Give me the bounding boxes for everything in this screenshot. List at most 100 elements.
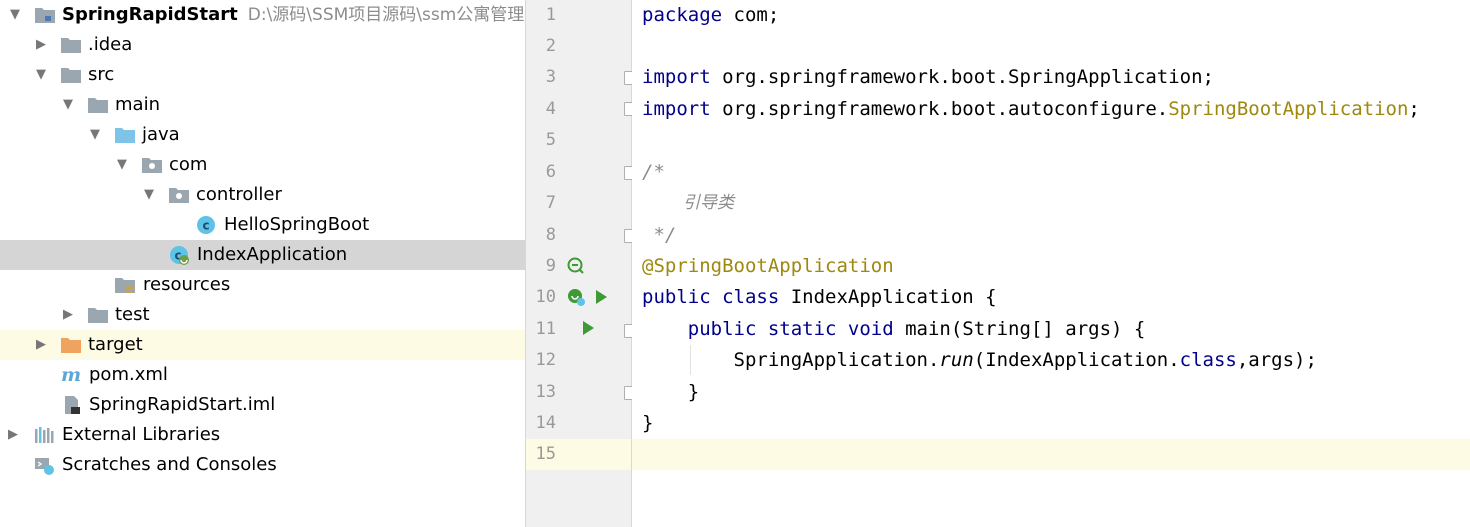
tree-item-label: main	[115, 94, 160, 115]
code-line: public class IndexApplication {	[642, 282, 997, 313]
line-number: 8	[545, 225, 556, 245]
current-line-highlight	[632, 439, 1470, 470]
tree-item-java[interactable]: ▼ java	[0, 120, 525, 150]
tree-item-label: External Libraries	[62, 424, 221, 445]
code-line: }	[642, 381, 700, 403]
tree-item-src[interactable]: ▼ src	[0, 60, 525, 90]
indent-guide	[690, 345, 691, 375]
code-line: package com;	[642, 0, 779, 31]
folder-icon	[88, 308, 108, 323]
tree-item-label: pom.xml	[89, 364, 168, 385]
libraries-icon	[35, 427, 54, 443]
file-icon	[65, 396, 80, 414]
source-folder-icon	[115, 128, 135, 143]
class-icon: c	[197, 216, 215, 234]
tree-item-com[interactable]: ▼ com	[0, 150, 525, 180]
maven-icon: m	[61, 365, 81, 385]
scratches-icon	[35, 458, 54, 475]
resources-folder-icon	[115, 278, 135, 293]
tree-item-indexapplication[interactable]: c IndexApplication	[0, 240, 525, 270]
package-icon	[142, 158, 162, 173]
line-number: 14	[535, 413, 556, 433]
comment-line: 引导类	[642, 193, 734, 213]
tree-item-label: com	[169, 154, 208, 175]
tree-item-label: controller	[196, 184, 282, 205]
tree-item-label: target	[88, 334, 143, 355]
tree-item-root[interactable]: ▼ SpringRapidStart D:\源码\SSM项目源码\ssm公寓管理系	[0, 0, 525, 30]
tree-item-resources[interactable]: resources	[0, 270, 525, 300]
chevron-right-icon[interactable]: ▶	[34, 30, 48, 60]
code-line: }	[642, 412, 654, 434]
line-number: 15	[535, 444, 556, 464]
chevron-down-icon[interactable]: ▼	[61, 90, 75, 120]
tree-item-iml[interactable]: SpringRapidStart.iml	[0, 390, 525, 420]
chevron-down-icon[interactable]: ▼	[115, 150, 129, 180]
run-icon[interactable]	[594, 289, 608, 305]
tree-item-test[interactable]: ▶ test	[0, 300, 525, 330]
folder-icon	[61, 68, 81, 83]
code-text: org.springframework.boot.autoconfigure.	[710, 98, 1169, 120]
code-text: (IndexApplication.	[973, 349, 1180, 371]
code-text: ;	[1408, 98, 1420, 120]
annotation-line: @SpringBootApplication	[642, 255, 894, 277]
root-path: D:\源码\SSM项目源码\ssm公寓管理系	[247, 5, 526, 25]
svg-text:c: c	[202, 219, 209, 233]
comment-line: */	[642, 224, 677, 246]
code-text: IndexApplication {	[779, 286, 997, 308]
project-tree: ▼ SpringRapidStart D:\源码\SSM项目源码\ssm公寓管理系…	[0, 0, 526, 527]
line-number: 4	[545, 99, 556, 119]
tree-item-label: HelloSpringBoot	[224, 214, 370, 235]
spring-boot-class-icon: c	[170, 246, 189, 265]
code-line: SpringApplication.run(IndexApplication.c…	[642, 345, 1317, 376]
method-call: run	[939, 349, 974, 371]
tree-item-pom[interactable]: m pom.xml	[0, 360, 525, 390]
annotation-type: SpringBootApplication	[1168, 98, 1409, 120]
chevron-down-icon[interactable]: ▼	[34, 60, 48, 90]
chevron-right-icon[interactable]: ▶	[61, 300, 75, 330]
keyword: public static void	[687, 318, 894, 340]
code-text: SpringApplication.	[642, 349, 940, 371]
svg-text:m: m	[61, 365, 81, 385]
editor-gutter: 1 2 3 4 5 6 7 8 9 10 11 12 13 14 15	[526, 0, 637, 527]
tree-item-label: java	[142, 124, 180, 145]
tree-item-controller[interactable]: ▼ controller	[0, 180, 525, 210]
code-text: ,args);	[1236, 349, 1317, 371]
chevron-right-icon[interactable]: ▶	[34, 330, 48, 360]
line-number: 12	[535, 350, 556, 370]
line-number: 1	[545, 5, 556, 25]
tree-item-main[interactable]: ▼ main	[0, 90, 525, 120]
line-number: 6	[545, 162, 556, 182]
code-line: public static void main(String[] args) {	[642, 314, 1146, 345]
line-number: 3	[545, 67, 556, 87]
spring-bean-icon[interactable]	[566, 256, 586, 276]
code-text: org.springframework.boot.SpringApplicati…	[710, 66, 1214, 88]
tree-item-target[interactable]: ▶ target	[0, 330, 525, 360]
root-name: SpringRapidStart	[62, 4, 238, 25]
line-number: 7	[545, 193, 556, 213]
line-number: 2	[545, 36, 556, 56]
tree-item-idea[interactable]: ▶ .idea	[0, 30, 525, 60]
line-number: 13	[535, 382, 556, 402]
tree-item-hellospringboot[interactable]: c HelloSpringBoot	[0, 210, 525, 240]
tree-item-scratches[interactable]: Scratches and Consoles	[0, 450, 525, 480]
chevron-down-icon[interactable]: ▼	[8, 0, 22, 30]
line-number: 5	[545, 130, 556, 150]
chevron-down-icon[interactable]: ▼	[142, 180, 156, 210]
code-text: com;	[722, 4, 780, 26]
run-icon[interactable]	[581, 320, 595, 336]
tree-item-external-libraries[interactable]: ▶ External Libraries	[0, 420, 525, 450]
tree-item-label: SpringRapidStart.iml	[89, 394, 276, 415]
code-text: main(String[] args) {	[893, 318, 1146, 340]
keyword: import	[642, 66, 711, 88]
tree-item-label: Scratches and Consoles	[62, 454, 277, 475]
chevron-right-icon[interactable]: ▶	[6, 420, 20, 450]
tree-item-label: .idea	[88, 34, 133, 55]
code-editor[interactable]: package com; import org.springframework.…	[632, 0, 1470, 527]
tree-item-label: IndexApplication	[197, 244, 348, 265]
excluded-folder-icon	[61, 338, 81, 353]
chevron-down-icon[interactable]: ▼	[88, 120, 102, 150]
spring-boot-icon[interactable]	[566, 287, 586, 307]
package-icon	[169, 188, 189, 203]
module-folder-icon	[35, 8, 55, 23]
